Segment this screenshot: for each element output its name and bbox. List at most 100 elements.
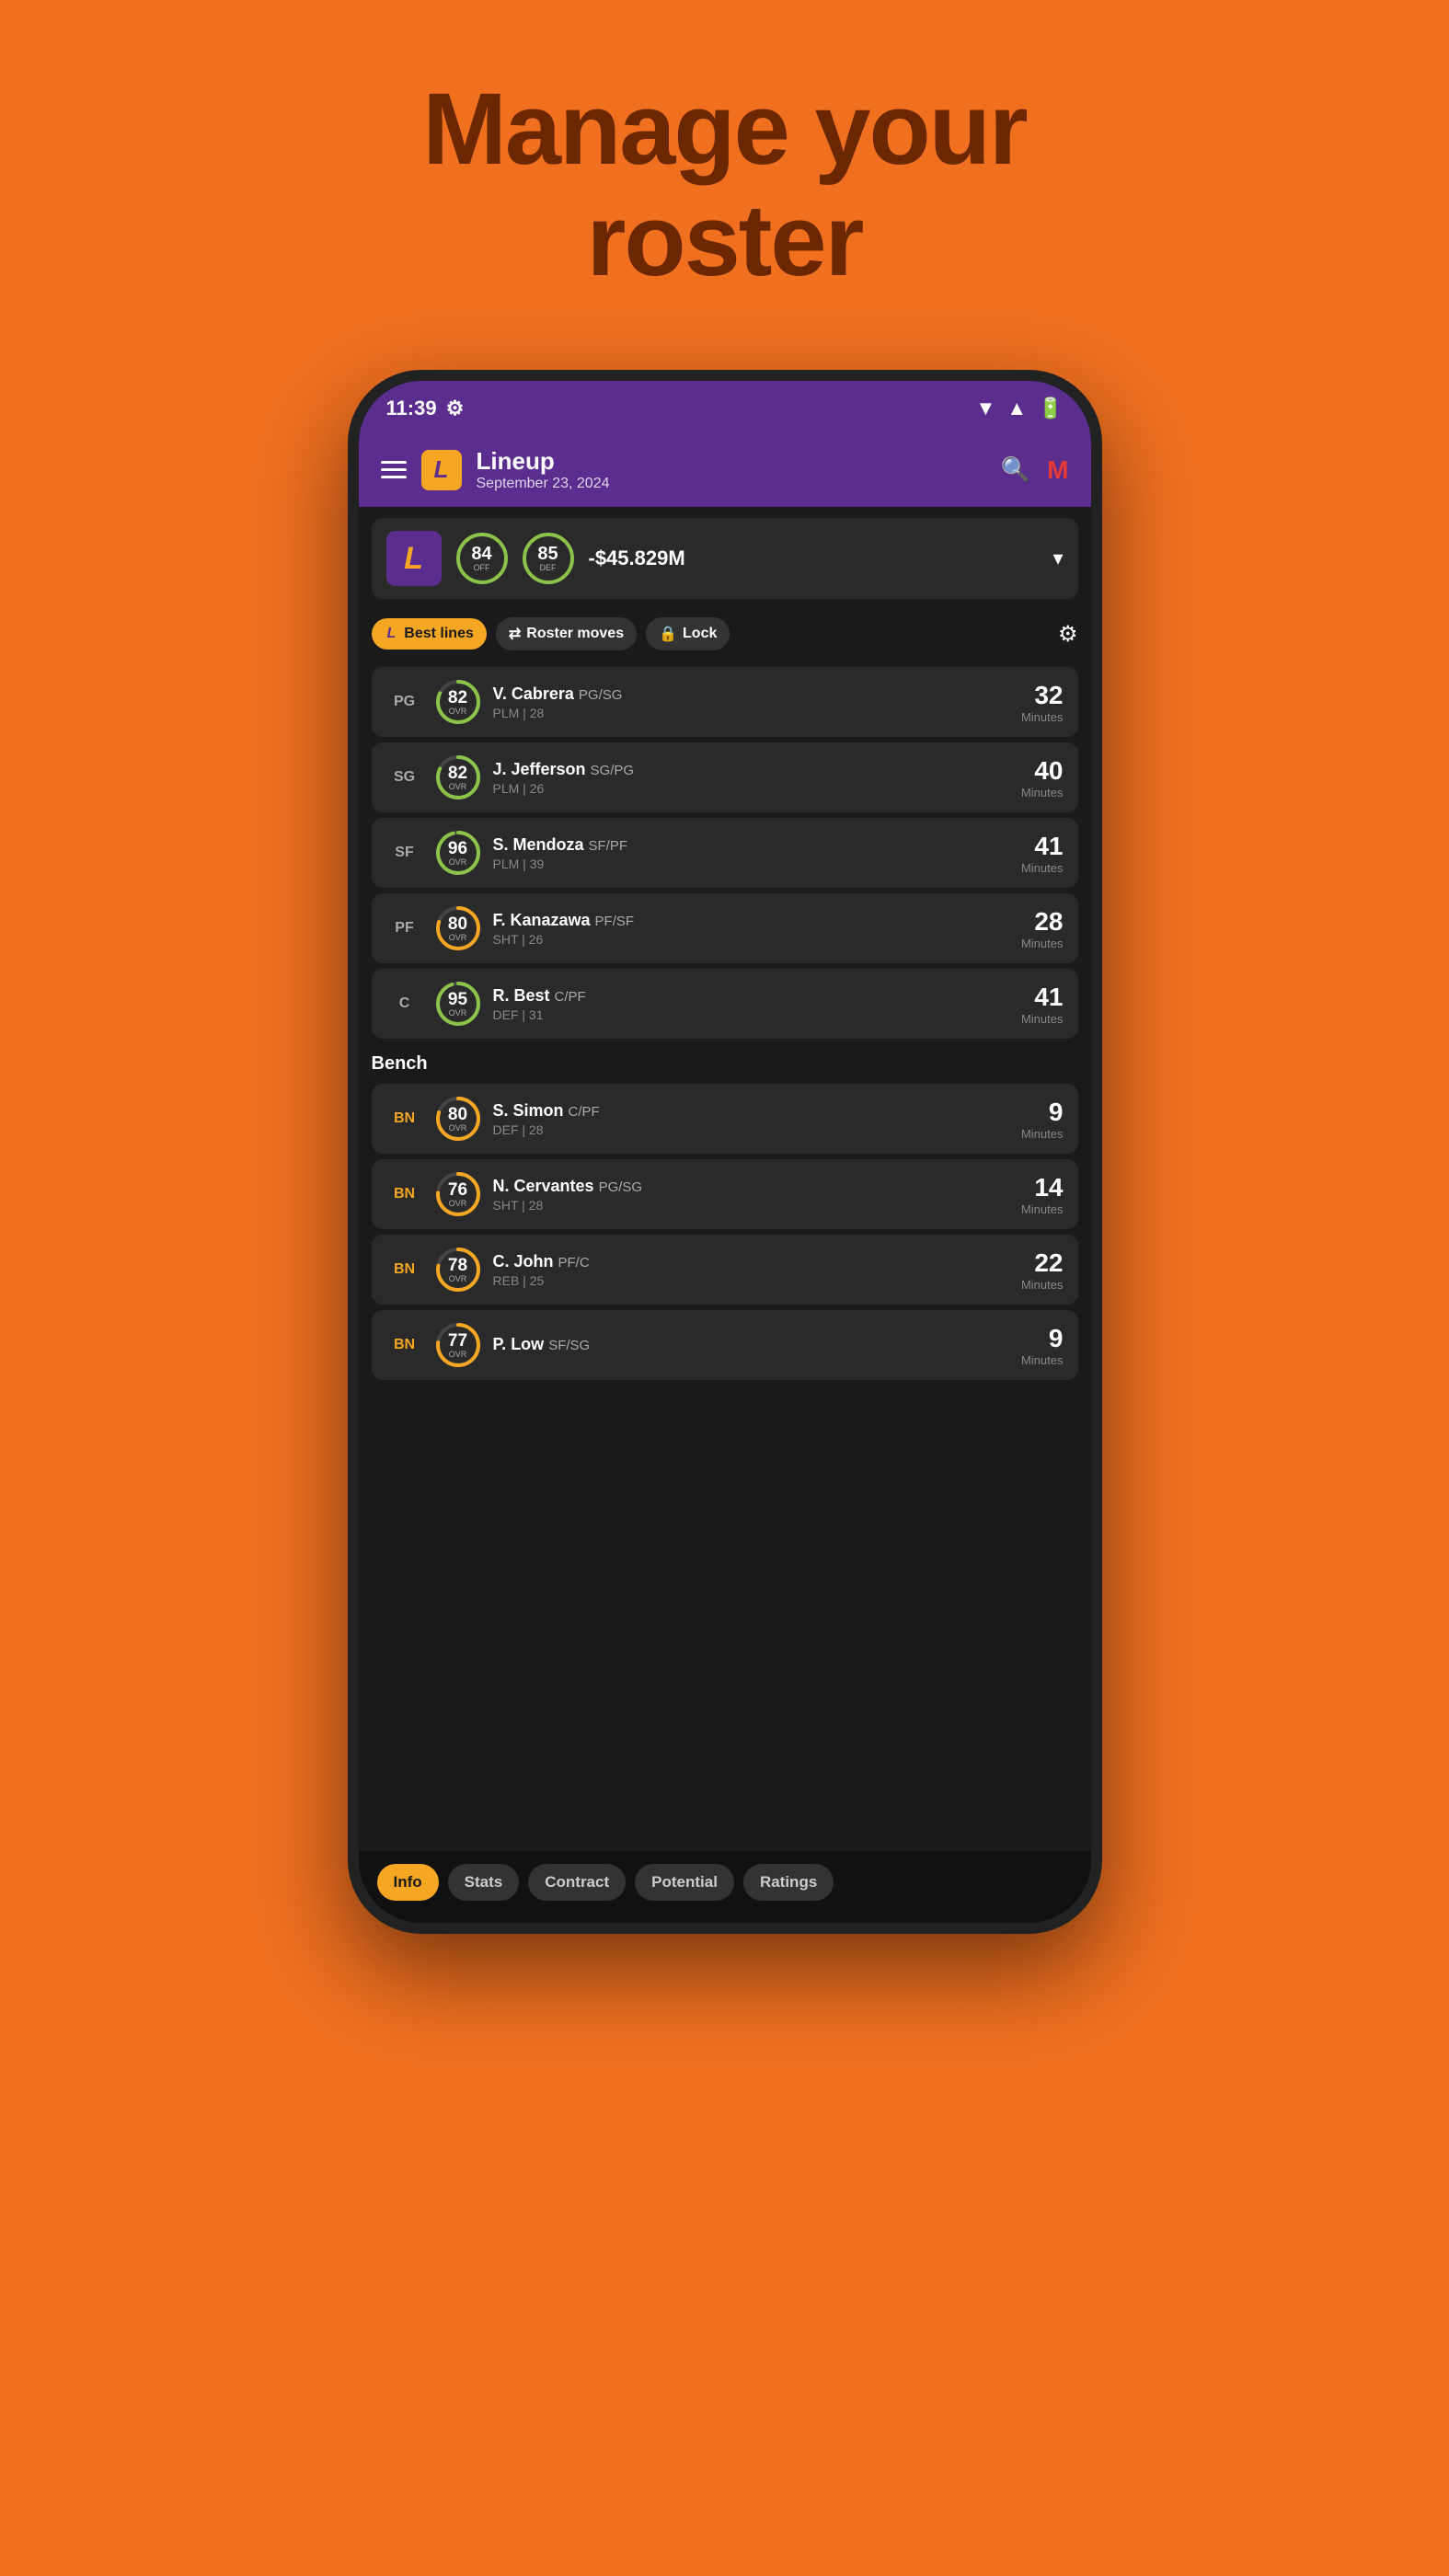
team-money: -$45.829M [589,546,1039,570]
player-info: N. Cervantes PG/SG SHT | 28 [493,1177,1010,1213]
team-logo-header: L [421,450,462,490]
player-info: P. Low SF/SG [493,1335,1010,1356]
bench-list: BN 80 OVR S. Simon C/PF DEF | 28 9 [359,1084,1091,1380]
phone-mockup: 11:39 ⚙ ▼ ▲ 🔋 L Lineup September 23, 202… [348,370,1102,1934]
position-badge: PG [386,694,423,710]
starters-list: PG 82 OVR V. Cabrera PG/SG PLM | 28 32 [359,667,1091,1039]
page-title: Manage your roster [422,74,1026,296]
player-name: S. Mendoza SF/PF [493,835,1010,855]
ovr-label: OVR [449,1008,467,1018]
minutes-number: 32 [1021,681,1064,710]
player-info: C. John PF/C REB | 25 [493,1252,1010,1288]
bench-label: Bench [359,1044,1091,1078]
off-rating-circle: 84 OFF [456,533,508,584]
ovr-number: 80 [448,915,467,933]
position-badge: C [386,995,423,1012]
player-sub: PLM | 28 [493,706,1010,720]
minutes-label: Minutes [1021,786,1064,799]
minutes-number: 28 [1021,907,1064,937]
player-name: J. Jefferson SG/PG [493,760,1010,779]
ovr-label: OVR [449,1274,467,1283]
ovr-label: OVR [449,1350,467,1359]
def-rating-circle: 85 DEF [523,533,574,584]
player-row[interactable]: PF 80 OVR F. Kanazawa PF/SF SHT | 26 28 [372,893,1078,963]
minutes-col: 32 Minutes [1021,681,1064,724]
player-info: F. Kanazawa PF/SF SHT | 26 [493,911,1010,947]
player-row[interactable]: BN 80 OVR S. Simon C/PF DEF | 28 9 [372,1084,1078,1154]
team-logo-summary: L [386,531,442,586]
ovr-number: 82 [448,765,467,782]
best-lines-button[interactable]: L Best lines [372,618,487,650]
minutes-label: Minutes [1021,1012,1064,1026]
settings-icon: ⚙ [446,397,465,420]
settings-gear-button[interactable]: ⚙ [1058,621,1078,648]
player-row[interactable]: BN 78 OVR C. John PF/C REB | 25 22 [372,1235,1078,1305]
player-row[interactable]: BN 76 OVR N. Cervantes PG/SG SHT | 28 14 [372,1159,1078,1229]
player-row[interactable]: C 95 OVR R. Best C/PF DEF | 31 41 M [372,969,1078,1039]
player-name: S. Simon C/PF [493,1101,1010,1121]
minutes-label: Minutes [1021,1353,1064,1367]
minutes-number: 14 [1021,1173,1064,1202]
minutes-label: Minutes [1021,710,1064,724]
minutes-col: 41 Minutes [1021,832,1064,875]
minutes-label: Minutes [1021,1127,1064,1141]
ovr-label: OVR [449,1123,467,1133]
minutes-col: 9 Minutes [1021,1098,1064,1141]
m-icon[interactable]: M [1047,455,1068,485]
player-sub: SHT | 28 [493,1198,1010,1213]
position-badge: PF [386,920,423,937]
ovr-number: 77 [448,1332,467,1350]
position-badge: BN [386,1337,423,1353]
ovr-number: 82 [448,689,467,707]
position-badge: BN [386,1261,423,1278]
player-name: C. John PF/C [493,1252,1010,1271]
signal-icon: ▲ [1006,397,1027,420]
tab-contract[interactable]: Contract [528,1864,626,1901]
player-info: V. Cabrera PG/SG PLM | 28 [493,684,1010,720]
tab-potential[interactable]: Potential [635,1864,734,1901]
player-row[interactable]: SF 96 OVR S. Mendoza SF/PF PLM | 39 41 [372,818,1078,888]
hamburger-menu[interactable] [381,461,407,478]
position-badge: BN [386,1110,423,1127]
minutes-number: 40 [1021,756,1064,786]
ovr-number: 95 [448,991,467,1008]
player-sub: PLM | 26 [493,781,1010,796]
minutes-col: 22 Minutes [1021,1248,1064,1292]
player-name: P. Low SF/SG [493,1335,1010,1354]
minutes-label: Minutes [1021,1202,1064,1216]
player-sub: DEF | 28 [493,1122,1010,1137]
player-row[interactable]: PG 82 OVR V. Cabrera PG/SG PLM | 28 32 [372,667,1078,737]
lock-button[interactable]: 🔒 Lock [646,617,730,650]
position-badge: BN [386,1186,423,1202]
minutes-col: 14 Minutes [1021,1173,1064,1216]
lock-icon: 🔒 [659,625,677,643]
player-name: V. Cabrera PG/SG [493,684,1010,704]
player-row[interactable]: SG 82 OVR J. Jefferson SG/PG PLM | 26 40 [372,742,1078,812]
minutes-number: 22 [1021,1248,1064,1278]
team-summary[interactable]: L 84 OFF 85 DEF -$45.829M ▾ [372,518,1078,599]
tab-ratings[interactable]: Ratings [743,1864,834,1901]
ovr-label: OVR [449,933,467,942]
ovr-number: 96 [448,840,467,857]
search-button[interactable]: 🔍 [1001,455,1030,484]
minutes-col: 40 Minutes [1021,756,1064,799]
player-sub: DEF | 31 [493,1007,1010,1022]
ovr-number: 78 [448,1257,467,1274]
chevron-down-icon[interactable]: ▾ [1052,546,1063,570]
tab-stats[interactable]: Stats [448,1864,520,1901]
ovr-label: OVR [449,707,467,716]
minutes-number: 41 [1021,832,1064,861]
bottom-tabs: InfoStatsContractPotentialRatings [359,1851,1091,1923]
player-info: J. Jefferson SG/PG PLM | 26 [493,760,1010,796]
roster-moves-button[interactable]: ⇄ Roster moves [496,617,637,650]
player-sub: SHT | 26 [493,932,1010,947]
battery-icon: 🔋 [1038,397,1063,420]
minutes-label: Minutes [1021,861,1064,875]
minutes-col: 41 Minutes [1021,983,1064,1026]
tab-info[interactable]: Info [377,1864,439,1901]
ovr-label: OVR [449,1199,467,1208]
player-row[interactable]: BN 77 OVR P. Low SF/SG 9 Minutes [372,1310,1078,1380]
minutes-col: 9 Minutes [1021,1324,1064,1367]
player-info: R. Best C/PF DEF | 31 [493,986,1010,1022]
player-name: R. Best C/PF [493,986,1010,1006]
